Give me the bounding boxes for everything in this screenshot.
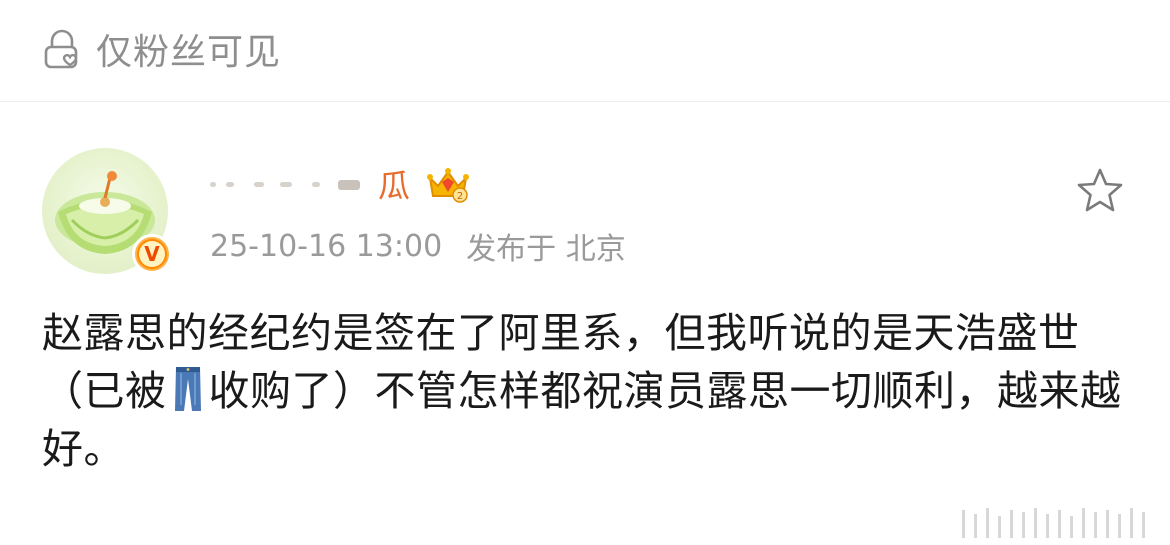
verified-badge: V: [132, 234, 172, 274]
post-meta: 25-10-16 13:00 发布于 北京: [210, 224, 626, 268]
post-text-part-2: 收购了）不管怎样都祝演员露思一切顺利，越来越好。: [42, 367, 1122, 473]
post-timestamp: 25-10-16 13:00: [210, 228, 443, 264]
visibility-bar: 仅粉丝可见: [0, 0, 1170, 102]
svg-text:2: 2: [457, 191, 463, 202]
post-body: 赵露思的经纪约是签在了阿里系，但我听说的是天浩盛世（已被 收购了）不管怎样都祝演…: [42, 304, 1132, 478]
star-outline-icon[interactable]: [1074, 166, 1126, 214]
post-location: 发布于 北京: [466, 232, 626, 267]
lock-heart-icon: [44, 29, 78, 68]
crown-icon[interactable]: 2: [426, 164, 470, 204]
weibo-post-card: 仅粉丝可见 V 瓜 2 25-10-16 13:00 发布于 北京 赵露思的经纪…: [0, 0, 1170, 545]
username-redacted: [210, 174, 376, 194]
author-row[interactable]: 瓜 2: [210, 162, 470, 206]
bottom-fade-dots: [962, 508, 1145, 538]
username[interactable]: 瓜: [378, 161, 410, 207]
visibility-label: 仅粉丝可见: [96, 31, 282, 73]
jeans-icon: [174, 367, 201, 411]
